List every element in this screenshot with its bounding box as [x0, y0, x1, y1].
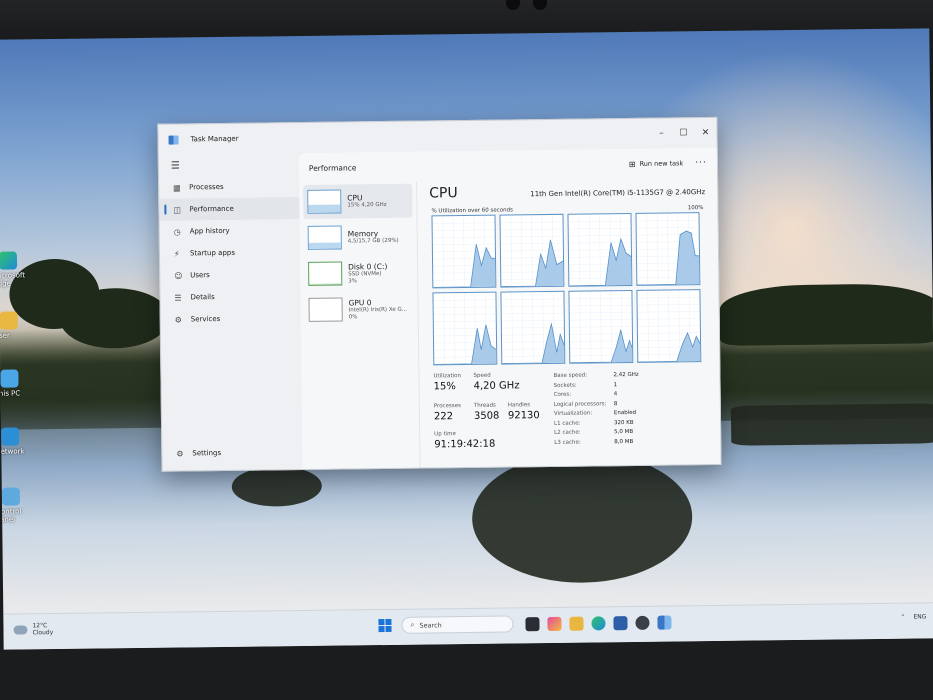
processes-icon: ▦: [173, 182, 181, 193]
stat-handles: Handles 92130: [507, 402, 540, 422]
stat-uptime: Up time 91:19:42:18: [434, 431, 496, 451]
spec-row: L3 cache: 8,0 MB: [554, 437, 694, 448]
perf-item-cpu[interactable]: CPU 15% 4,20 GHz: [303, 183, 413, 219]
details-icon: ☰: [174, 292, 182, 303]
performance-list: CPU 15% 4,20 GHz Memory 4,5/15,7 GB (29%…: [299, 181, 421, 470]
cpu-core-graph: [635, 212, 701, 286]
window-title: Task Manager: [190, 134, 239, 144]
task-view-icon[interactable]: [525, 616, 540, 631]
sidebar-item-services[interactable]: ⚙ Services: [161, 307, 301, 331]
task-manager-window: Task Manager – ☐ ✕ ☰ ▦ Processes ◫ Perfo…: [157, 116, 722, 472]
sidebar-item-processes[interactable]: ▦ Processes: [159, 175, 299, 199]
spec-value: 8,0 MB: [614, 438, 634, 445]
perf-item-disk[interactable]: Disk 0 (C:) SSD (NVMe) 3%: [304, 256, 413, 291]
services-icon: ⚙: [174, 314, 182, 325]
weather-widget[interactable]: 12°C Cloudy: [13, 622, 53, 636]
spec-value: 4: [613, 391, 618, 398]
settings-gear-icon: ⚙: [176, 448, 184, 459]
cpu-core-graph: [431, 214, 497, 289]
edge-icon[interactable]: [591, 615, 606, 630]
cpu-spec-list: Base speed: 2,42 GHz Sockets: 1 Cores: 4 Logic…: [553, 370, 694, 448]
perf-item-memory[interactable]: Memory 4,5/15,7 GB (29%): [304, 220, 413, 255]
sidebar-item-performance[interactable]: ◫ Performance: [159, 197, 300, 221]
run-task-icon: ⊞: [628, 159, 636, 169]
tray-chevron-icon[interactable]: ⌃: [900, 614, 905, 621]
language-indicator[interactable]: ENG: [913, 613, 926, 620]
desktop-icon-edge[interactable]: Microsoft Edge: [0, 251, 33, 288]
taskbar: 12°C Cloudy ⌕ Search ⌃ ENG: [3, 602, 933, 650]
main-content: Performance ⊞ Run new task ··· CPU 15% 4…: [298, 147, 721, 470]
cpu-stats: Utilization 15% Speed 4,20 GHz Processes…: [433, 370, 693, 451]
search-box[interactable]: ⌕ Search: [401, 615, 514, 634]
cpu-detail-panel: CPU 11th Gen Intel(R) Core(TM) i5-1135G7…: [421, 178, 714, 468]
store-icon[interactable]: [613, 615, 628, 630]
start-button-icon[interactable]: [378, 618, 392, 633]
stat-speed: Speed 4,20 GHz: [473, 372, 520, 392]
app-history-icon: ◷: [173, 226, 181, 237]
utilization-graph-label: % Utilization over 60 seconds: [431, 207, 514, 215]
logical-processor-graphs: [431, 212, 702, 366]
more-options-button[interactable]: ···: [695, 158, 707, 168]
search-icon: ⌕: [410, 620, 415, 629]
copilot-icon[interactable]: [547, 616, 562, 631]
sidebar-item-settings[interactable]: ⚙ Settings: [162, 442, 221, 465]
page-title: Performance: [308, 162, 357, 173]
system-tray: ⌃ ENG: [900, 613, 926, 620]
spec-value: 8: [613, 400, 618, 407]
cpu-core-graph: [432, 291, 498, 366]
sidebar-item-startup-apps[interactable]: ⚡ Startup apps: [160, 241, 300, 265]
desktop-icon-this-pc[interactable]: This PC: [0, 369, 35, 398]
memory-thumbnail-graph: [307, 225, 342, 250]
utilization-max-label: 100%: [687, 205, 704, 212]
stat-processes: Processes 222: [433, 403, 461, 423]
cpu-core-graph: [636, 289, 702, 363]
spec-value: 5,0 MB: [614, 428, 634, 436]
desktop-icon-user[interactable]: User: [0, 311, 34, 340]
minimize-button[interactable]: –: [650, 128, 672, 139]
cpu-core-graph: [567, 212, 633, 287]
disk-thumbnail-graph: [308, 261, 343, 286]
sensor-icon: [533, 0, 547, 10]
spec-value: 320 KB: [613, 419, 634, 426]
stat-utilization: Utilization 15%: [433, 373, 462, 393]
cpu-core-graph: [499, 213, 565, 288]
gpu-thumbnail-graph: [308, 297, 343, 322]
spec-value: Enabled: [613, 409, 637, 417]
cloud-icon: [13, 624, 28, 635]
cpu-core-graph: [500, 290, 566, 365]
close-button[interactable]: ✕: [694, 128, 716, 138]
maximize-button[interactable]: ☐: [672, 128, 694, 138]
run-new-task-button[interactable]: ⊞ Run new task: [628, 159, 684, 169]
sidebar-item-users[interactable]: ☺ Users: [160, 263, 300, 287]
task-manager-taskbar-icon[interactable]: [657, 615, 672, 630]
hamburger-menu-icon[interactable]: ☰: [159, 153, 299, 177]
spec-value: 1: [613, 381, 618, 388]
spec-value: 2,42 GHz: [613, 371, 639, 379]
camera-icon: [506, 0, 520, 10]
desktop-icon-control-panel[interactable]: Control Panel: [0, 487, 36, 524]
file-explorer-icon[interactable]: [569, 616, 584, 631]
cpu-core-graph: [568, 289, 634, 364]
cpu-heading: CPU: [429, 185, 458, 202]
sidebar: ☰ ▦ Processes ◫ Performance ◷ App histor…: [159, 153, 303, 471]
stat-threads: Threads 3508: [473, 402, 500, 422]
cpu-model: 11th Gen Intel(R) Core(TM) i5-1135G7 @ 2…: [530, 188, 706, 199]
perf-item-gpu[interactable]: GPU 0 Intel(R) Iris(R) Xe G... 0%: [304, 292, 413, 327]
spec-key: L3 cache:: [554, 439, 581, 446]
users-icon: ☺: [174, 270, 183, 281]
sidebar-item-app-history[interactable]: ◷ App history: [160, 219, 300, 243]
settings-app-icon[interactable]: [635, 615, 650, 630]
performance-icon: ◫: [173, 204, 182, 215]
desktop-screen: Microsoft Edge User This PC Network Cont…: [0, 28, 933, 650]
task-manager-icon: [168, 135, 179, 145]
sidebar-item-details[interactable]: ☰ Details: [160, 285, 300, 309]
desktop-icon-network[interactable]: Network: [0, 427, 35, 456]
startup-icon: ⚡: [173, 248, 180, 259]
cpu-thumbnail-graph: [307, 189, 342, 214]
